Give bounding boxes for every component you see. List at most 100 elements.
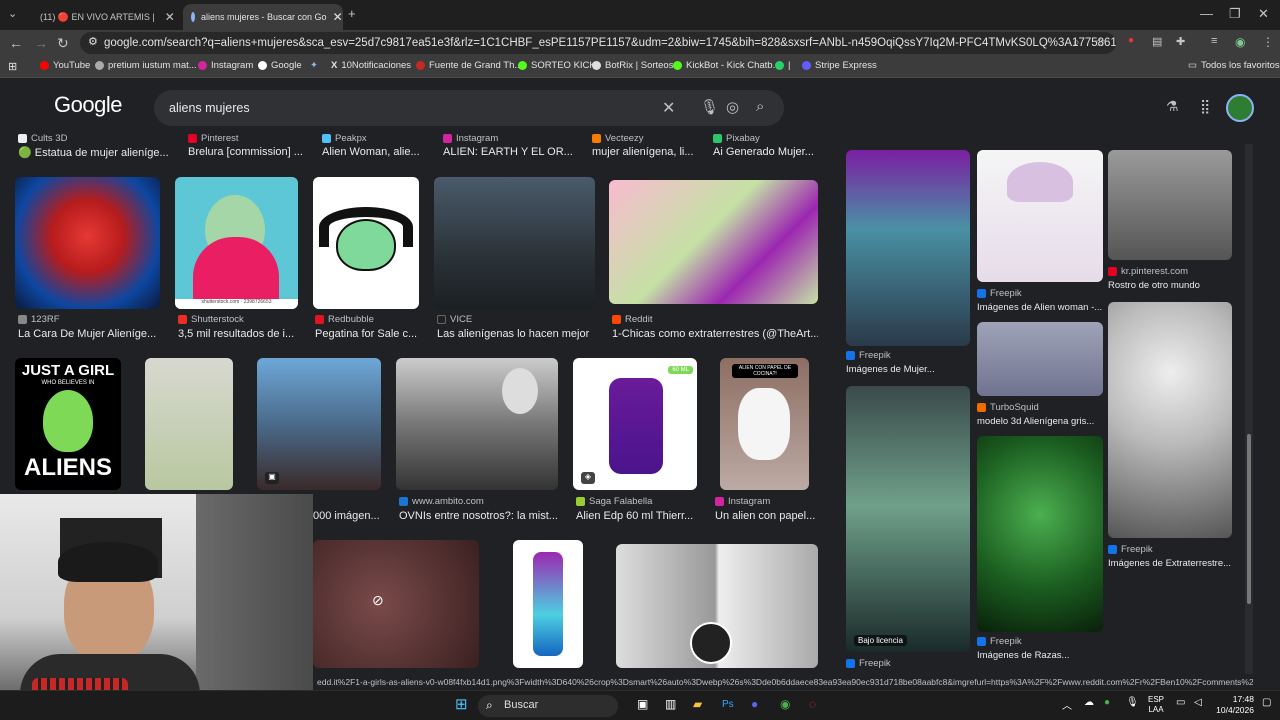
panel-scrollbar[interactable]	[1245, 144, 1253, 674]
panel-image[interactable]: Bajo licencia	[846, 386, 970, 652]
google-logo[interactable]: Google	[54, 92, 122, 118]
site-info-icon[interactable]: ⚙	[88, 35, 98, 48]
result-image[interactable]: 60 ML ◈	[573, 358, 697, 490]
result-image[interactable]	[609, 180, 818, 304]
microphone-icon[interactable]: 🎙	[700, 98, 719, 116]
tab-search-icon[interactable]: ≡	[1211, 35, 1217, 47]
bookmark-star-icon[interactable]: ☆	[1095, 35, 1106, 49]
search-icon[interactable]: ⌕	[756, 98, 764, 115]
bookmark-fuente[interactable]: Fuente de Grand Th...	[416, 60, 522, 71]
result-title[interactable]: Alien Woman, alie...	[322, 146, 422, 158]
close-icon[interactable]: ✕	[165, 10, 175, 24]
labs-flask-icon[interactable]: ⚗	[1166, 98, 1179, 115]
task-view-icon[interactable]: ▣	[637, 697, 648, 711]
bookmark-gemini[interactable]: ✦	[310, 60, 318, 71]
panel-image[interactable]	[1108, 150, 1232, 260]
camera-lens-icon[interactable]: ◎	[726, 98, 739, 116]
panel-title[interactable]: Imágenes de Extraterrestre...	[1108, 558, 1232, 569]
network-icon[interactable]: ▭	[1176, 697, 1185, 708]
bookmark-pretium[interactable]: pretium iustum mat...	[95, 60, 197, 71]
bookmark-stripe[interactable]: Stripe Express	[802, 60, 877, 71]
panel-image[interactable]	[1108, 302, 1232, 538]
extension-icon[interactable]: ●	[1128, 35, 1134, 46]
panel-image[interactable]	[977, 322, 1103, 396]
result-title[interactable]: Un alien con papel...	[715, 510, 819, 522]
bookmark-google[interactable]: Google	[258, 60, 302, 71]
tray-icon[interactable]: ☁	[1084, 697, 1094, 708]
tray-chevron-icon[interactable]: ︿	[1062, 697, 1072, 712]
panel-title[interactable]: Imágenes de Alien woman -...	[977, 302, 1103, 313]
apps-grid-icon[interactable]: ⣿	[1200, 98, 1210, 115]
result-title[interactable]: Ai Generado Mujer...	[713, 146, 817, 158]
extension-icon[interactable]: ▤	[1152, 35, 1162, 48]
close-icon[interactable]: ✕	[333, 10, 343, 24]
volume-icon[interactable]: ◁	[1194, 697, 1202, 708]
file-explorer-icon[interactable]: ▰	[693, 697, 702, 711]
bookmark-whatsapp[interactable]: |	[775, 60, 790, 71]
result-title[interactable]: ALIEN: EARTH Y EL OR...	[443, 146, 575, 158]
taskbar-search[interactable]: ⌕ Buscar	[478, 695, 618, 717]
tab-search[interactable]: aliens mujeres - Buscar con Go ✕	[183, 4, 343, 30]
panel-title[interactable]: modelo 3d Alienígena gris...	[977, 416, 1103, 427]
extensions-puzzle-icon[interactable]: ✚	[1176, 35, 1185, 48]
result-title[interactable]: Brelura [commission] ...	[188, 146, 304, 158]
search-box[interactable]: aliens mujeres ✕ 🎙 ◎ ⌕	[154, 90, 784, 126]
tab-search-icon[interactable]: ⌄	[8, 7, 17, 20]
panel-title[interactable]: Imágenes de Mujer...	[846, 364, 970, 375]
result-title[interactable]: Pegatina for Sale c...	[315, 328, 421, 340]
forward-icon[interactable]: →	[34, 35, 48, 51]
language-indicator[interactable]: ESP LAA	[1148, 695, 1164, 715]
app-icon[interactable]: ▥	[665, 697, 676, 711]
url-input[interactable]: ⚙ google.com/search?q=aliens+mujeres&sca…	[80, 32, 1116, 54]
license-badge[interactable]: Bajo licencia	[854, 635, 907, 646]
tab-youtube[interactable]: (11) 🔴 EN VIVO ARTEMIS | ✕	[26, 4, 178, 30]
panel-image[interactable]	[977, 150, 1103, 282]
result-image[interactable]	[396, 358, 558, 490]
scroll-thumb[interactable]	[1247, 434, 1251, 604]
discord-icon[interactable]: ●	[751, 697, 758, 711]
result-image[interactable]	[145, 358, 233, 490]
bookmark-x[interactable]: X 10Notificaciones	[331, 60, 411, 71]
result-title[interactable]: OVNIs entre nosotros?: la mist...	[399, 510, 559, 522]
all-bookmarks[interactable]: ▭ Todos los favoritos	[1188, 60, 1280, 71]
result-image[interactable]	[434, 177, 595, 309]
minimize-icon[interactable]: —	[1200, 6, 1213, 21]
result-image[interactable]: ▣	[257, 358, 381, 490]
bookmark-youtube[interactable]: YouTube	[40, 60, 90, 71]
result-image[interactable]	[616, 544, 818, 668]
bookmark-sorteo[interactable]: SORTEO KICK	[518, 60, 596, 71]
windows-start-icon[interactable]: ⊞	[455, 695, 468, 713]
panel-title[interactable]: Imágenes de Razas...	[977, 650, 1103, 661]
clock[interactable]: 17:48 10/4/2026	[1210, 694, 1254, 716]
reload-icon[interactable]: ↻	[57, 35, 69, 52]
search-input[interactable]: aliens mujeres	[169, 101, 250, 115]
avatar[interactable]	[1226, 94, 1254, 122]
clear-icon[interactable]: ✕	[662, 98, 675, 118]
notification-icon[interactable]: ▢	[1262, 697, 1271, 708]
apps-grid-icon[interactable]: ⊞	[8, 60, 17, 73]
result-image[interactable]: shutterstock.com · 2398726653	[175, 177, 298, 309]
result-image[interactable]: JUST A GIRL WHO BELIEVES IN ALIENS	[15, 358, 121, 490]
zoom-icon[interactable]: ⌕	[1073, 35, 1080, 50]
panel-image[interactable]	[977, 436, 1103, 632]
result-title[interactable]: Las alienígenas lo hacen mejor	[437, 328, 597, 340]
result-image[interactable]	[313, 177, 419, 309]
tray-mic-icon[interactable]: 🎙	[1126, 697, 1139, 708]
bookmark-kickbot[interactable]: KickBot - Kick Chatb...	[673, 60, 781, 71]
photoshop-icon[interactable]: Ps	[722, 699, 734, 710]
panel-image[interactable]	[846, 150, 970, 346]
app-icon[interactable]: ◌	[809, 697, 816, 711]
maximize-icon[interactable]: ❐	[1229, 6, 1241, 22]
tray-icon[interactable]: ●	[1104, 697, 1110, 708]
chrome-icon[interactable]: ◉	[780, 697, 790, 711]
panel-title[interactable]: Rostro de otro mundo	[1108, 280, 1232, 291]
bookmark-botrix[interactable]: BotRix | Sorteos	[592, 60, 673, 71]
result-title[interactable]: 1-Chicas como extraterrestres (@TheArt..…	[612, 328, 818, 340]
result-title[interactable]: mujer alienígena, li...	[592, 146, 696, 158]
window-close-icon[interactable]: ✕	[1258, 6, 1269, 22]
new-tab-button[interactable]: +	[348, 6, 356, 21]
result-title[interactable]: 000 imágen...	[313, 510, 383, 522]
hidden-eye-icon[interactable]: ⊘	[372, 592, 384, 609]
back-icon[interactable]: ←	[9, 35, 23, 51]
result-title[interactable]: Alien Edp 60 ml Thierr...	[576, 510, 700, 522]
